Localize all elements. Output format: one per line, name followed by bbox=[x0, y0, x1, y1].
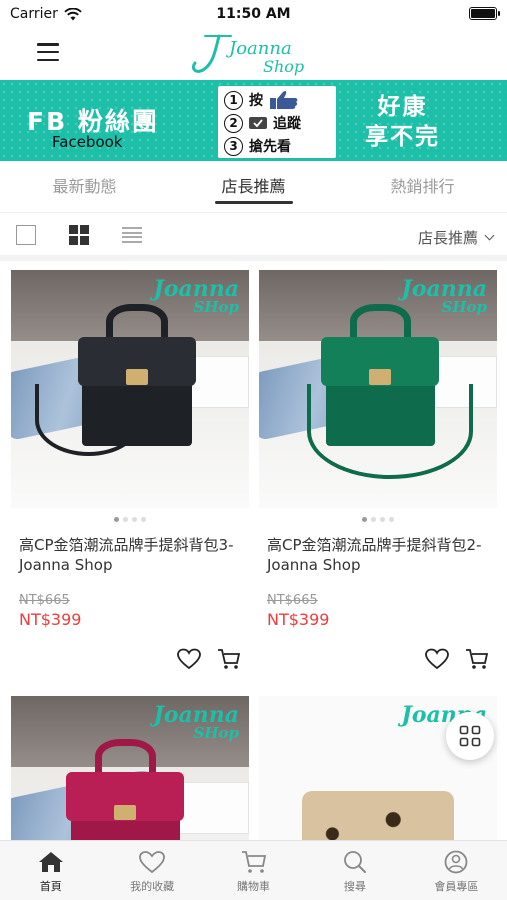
status-time: 11:50 AM bbox=[216, 6, 291, 22]
sort-dropdown[interactable]: 店長推薦 bbox=[417, 227, 495, 248]
banner-slogan: 好康 享不完 bbox=[365, 94, 440, 150]
watermark-logo: Joanna SHop bbox=[153, 702, 239, 742]
watermark-logo: Joanna SHop bbox=[401, 276, 487, 316]
watermark-logo: Joanna SHop bbox=[153, 276, 239, 316]
banner-steps: 1 按 2 追蹤 3 搶先看 bbox=[218, 86, 336, 158]
tab-latest[interactable]: 最新動態 bbox=[0, 161, 169, 212]
nav-search[interactable]: 搜尋 bbox=[304, 841, 405, 900]
app-header: Joanna Shop bbox=[0, 28, 507, 80]
sort-selected: 店長推薦 bbox=[417, 229, 478, 247]
add-to-cart-icon[interactable] bbox=[465, 648, 489, 670]
grid-icon bbox=[459, 725, 481, 747]
product-grid: Joanna SHop 高CP金箔潮流品牌手提斜背包3-Joanna Shop N… bbox=[0, 267, 507, 840]
grid-view-icon[interactable] bbox=[69, 225, 89, 245]
cart-icon bbox=[241, 851, 266, 873]
category-tabs: 最新動態 店長推薦 熱銷排行 bbox=[0, 161, 507, 213]
home-icon bbox=[38, 852, 63, 872]
nav-favorites[interactable]: 我的收藏 bbox=[101, 841, 202, 900]
sale-price: NT$399 bbox=[267, 610, 330, 629]
user-icon bbox=[444, 850, 468, 874]
original-price: NT$665 bbox=[267, 593, 318, 608]
bottom-navigation: 首頁 我的收藏 購物車 搜尋 會員專區 bbox=[0, 840, 507, 900]
nav-cart[interactable]: 購物車 bbox=[203, 841, 304, 900]
tab-recommended[interactable]: 店長推薦 bbox=[169, 161, 338, 212]
product-card[interactable]: Joanna SHop 高CP金箔潮流品牌手提斜背包3-Joanna Shop N… bbox=[11, 270, 249, 670]
product-card[interactable]: Joanna SHop bbox=[11, 696, 249, 840]
add-to-cart-icon[interactable] bbox=[217, 648, 241, 670]
search-icon bbox=[344, 851, 366, 873]
logo-text-main: Joanna bbox=[225, 38, 292, 59]
original-price: NT$665 bbox=[19, 593, 70, 608]
single-view-icon[interactable] bbox=[16, 225, 36, 245]
banner-step-1: 1 按 bbox=[224, 90, 299, 110]
product-title[interactable]: 高CP金箔潮流品牌手提斜背包3-Joanna Shop bbox=[11, 535, 249, 575]
sale-price: NT$399 bbox=[19, 610, 82, 629]
status-bar: Carrier 11:50 AM bbox=[0, 0, 507, 28]
nav-member[interactable]: 會員專區 bbox=[406, 841, 507, 900]
heart-icon[interactable] bbox=[177, 648, 201, 670]
banner-step-2: 2 追蹤 bbox=[224, 113, 301, 133]
product-image[interactable]: Joanna SHop bbox=[11, 696, 249, 840]
checkmark-icon bbox=[249, 117, 267, 129]
list-view-icon[interactable] bbox=[122, 225, 142, 245]
heart-icon bbox=[139, 851, 166, 874]
thumbs-up-icon bbox=[270, 90, 298, 109]
tab-bestsellers[interactable]: 熱銷排行 bbox=[338, 161, 507, 212]
brand-logo[interactable]: Joanna Shop bbox=[185, 30, 325, 78]
product-card[interactable]: Joanna SHop 高CP金箔潮流品牌手提斜背包2-Joanna Shop N… bbox=[259, 270, 497, 670]
heart-icon[interactable] bbox=[425, 648, 449, 670]
battery-icon bbox=[469, 7, 500, 20]
banner-subtitle: Facebook bbox=[52, 133, 123, 151]
product-title[interactable]: 高CP金箔潮流品牌手提斜背包2-Joanna Shop bbox=[259, 535, 497, 575]
banner-step-3: 3 搶先看 bbox=[224, 136, 291, 156]
promo-banner[interactable]: FB 粉絲團 Facebook 1 按 2 追蹤 3 搶先看 好康 享不完 bbox=[0, 80, 507, 161]
category-menu-button[interactable] bbox=[446, 712, 494, 760]
view-toolbar: 店長推薦 bbox=[0, 213, 507, 261]
product-image[interactable]: Joanna SHop bbox=[259, 270, 497, 508]
image-pager-dots bbox=[259, 517, 497, 523]
image-pager-dots bbox=[11, 517, 249, 523]
nav-home[interactable]: 首頁 bbox=[0, 841, 101, 900]
product-image[interactable]: Joanna SHop bbox=[11, 270, 249, 508]
menu-icon[interactable] bbox=[37, 43, 59, 61]
chevron-down-icon bbox=[484, 230, 495, 241]
logo-text-sub: Shop bbox=[263, 57, 304, 76]
